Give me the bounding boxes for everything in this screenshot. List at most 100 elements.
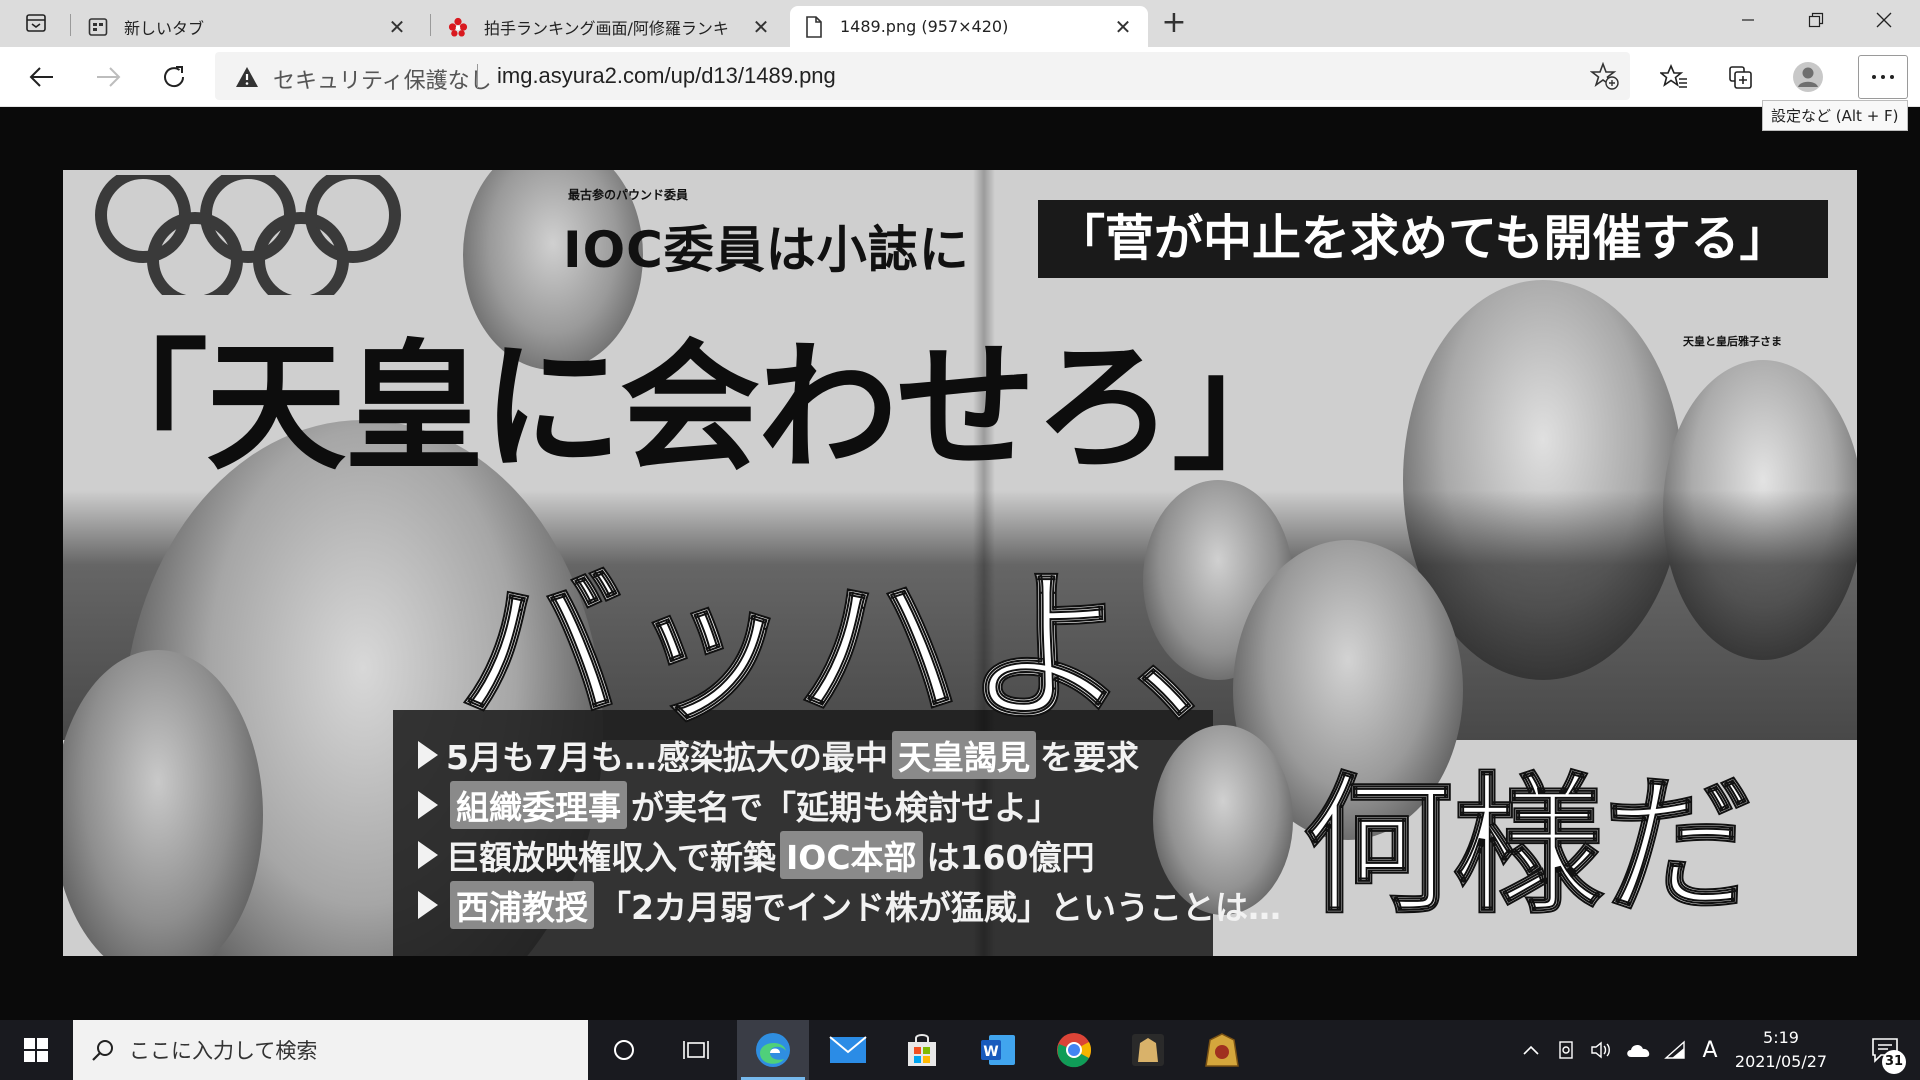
refresh-icon: [164, 66, 185, 88]
forward-button[interactable]: [88, 57, 128, 97]
notification-count-badge: 31: [1882, 1050, 1906, 1074]
minimize-button[interactable]: [1716, 0, 1780, 40]
onedrive-cloud-icon: [1627, 1044, 1650, 1057]
restore-button[interactable]: [1784, 0, 1848, 40]
bullet-text: 「2カ月弱でインド株が猛威」ということは…: [598, 888, 1281, 927]
tab-close-icon[interactable]: ✕: [750, 15, 772, 39]
close-icon: [1876, 12, 1892, 28]
new-tab-button[interactable]: +: [1156, 8, 1192, 39]
tray-meet-now[interactable]: [1552, 1020, 1582, 1080]
bullet-highlight: 組織委理事: [450, 781, 627, 829]
collections-button[interactable]: [1720, 57, 1760, 97]
headline-suga-quote: 「菅が中止を求めても開催する」: [1038, 200, 1828, 278]
favorites-icon: [1660, 64, 1687, 88]
settings-more-button[interactable]: [1858, 55, 1908, 99]
start-button[interactable]: [0, 1020, 72, 1080]
tab-image[interactable]: 1489.png (957×420) ✕: [790, 6, 1148, 47]
bullet-text: は160億円: [926, 838, 1095, 877]
tray-onedrive[interactable]: [1622, 1020, 1656, 1080]
bullet-list: 5月も7月も…感染拡大の最中 天皇謁見 を要求 組織委理事 が実名で「延期も検討…: [418, 730, 1281, 930]
url-text[interactable]: img.asyura2.com/up/d13/1489.png: [497, 63, 836, 89]
favorites-button[interactable]: [1654, 57, 1694, 97]
bullet-text: 巨額放映権収入で新築: [446, 838, 776, 877]
headline-ioc: IOC委員は小誌に: [563, 221, 970, 279]
bullet-item: 西浦教授 「2カ月弱でインド株が猛威」ということは…: [418, 880, 1281, 930]
address-divider: [477, 64, 478, 88]
forward-arrow-icon: [97, 67, 121, 87]
clock-time: 5:19: [1763, 1028, 1799, 1047]
taskbar-chrome[interactable]: [1038, 1020, 1110, 1080]
bullet-text: を要求: [1039, 738, 1139, 777]
wifi-icon: [1664, 1040, 1685, 1059]
task-view-button[interactable]: [660, 1020, 732, 1080]
shogi-piece-icon: [1205, 1033, 1239, 1067]
back-button[interactable]: [22, 57, 62, 97]
refresh-button[interactable]: [154, 57, 194, 97]
tab-asyura-ranking[interactable]: 拍手ランキング画面/阿修羅ランキ ✕: [434, 6, 786, 47]
warning-icon[interactable]: [235, 66, 259, 92]
back-arrow-icon: [29, 67, 53, 87]
shogi-app-icon: [1132, 1034, 1164, 1066]
tab-title: 1489.png (957×420): [840, 17, 1009, 36]
taskbar-word[interactable]: W: [962, 1020, 1034, 1080]
search-icon: [92, 1040, 113, 1061]
action-center-button[interactable]: 31: [1850, 1020, 1920, 1080]
document-icon: [804, 15, 824, 38]
taskbar-mail[interactable]: [812, 1020, 884, 1080]
tab-actions-button[interactable]: [10, 8, 62, 38]
tab-title: 新しいタブ: [124, 18, 205, 38]
mail-icon: [829, 1036, 867, 1063]
taskbar-clock[interactable]: 5:19 2021/05/27: [1726, 1026, 1836, 1074]
browser-toolbar: セキュリティ保護なし img.asyura2.com/up/d13/1489.p…: [0, 47, 1920, 107]
taskbar-store[interactable]: [886, 1020, 958, 1080]
address-bar[interactable]: セキュリティ保護なし img.asyura2.com/up/d13/1489.p…: [215, 52, 1630, 100]
bullet-triangle-icon: [418, 891, 438, 919]
show-hidden-icons-button[interactable]: [1518, 1020, 1544, 1080]
tab-actions-icon: [26, 14, 46, 32]
profile-button[interactable]: [1788, 57, 1828, 97]
bullet-item: 巨額放映権収入で新築 IOC本部 は160億円: [418, 830, 1281, 880]
edge-icon: [756, 1033, 790, 1067]
tray-network[interactable]: [1660, 1020, 1690, 1080]
taskbar: ここに入力して検索 W A 5:19 2021/05/27 31: [0, 1020, 1920, 1080]
cortana-button[interactable]: [588, 1020, 660, 1080]
tab-separator: [70, 14, 71, 36]
search-placeholder: ここに入力して検索: [129, 1039, 318, 1063]
tab-strip: 新しいタブ ✕ 拍手ランキング画面/阿修羅ランキ ✕ 1489.png (957…: [0, 0, 1920, 47]
tab-title: 拍手ランキング画面/阿修羅ランキ: [484, 18, 729, 38]
taskbar-app-piece[interactable]: [1186, 1020, 1258, 1080]
bullet-triangle-icon: [418, 791, 438, 819]
caption-pound: 最古参のパウンド委員: [568, 188, 689, 202]
minimize-icon: [1742, 19, 1754, 21]
bullet-text: が実名で「延期も検討せよ」: [631, 788, 1060, 827]
bullet-highlight: 天皇謁見: [891, 731, 1036, 779]
add-favorite-icon[interactable]: [1589, 61, 1620, 94]
tab-close-icon[interactable]: ✕: [1112, 15, 1134, 39]
settings-tooltip: 設定など (Alt + F): [1762, 100, 1908, 131]
tab-separator: [430, 14, 431, 36]
taskbar-edge[interactable]: [737, 1020, 809, 1080]
task-view-icon: [683, 1041, 709, 1059]
close-window-button[interactable]: [1852, 0, 1916, 40]
clock-date: 2021/05/27: [1734, 1052, 1828, 1071]
avatar-icon: [1793, 62, 1823, 92]
tab-new-tab[interactable]: 新しいタブ ✕: [74, 6, 422, 47]
bullet-highlight: 西浦教授: [450, 881, 594, 929]
tray-ime[interactable]: A: [1696, 1020, 1724, 1080]
restore-icon: [1808, 12, 1824, 28]
bullet-item: 組織委理事 が実名で「延期も検討せよ」: [418, 780, 1281, 830]
bullet-text: 5月も7月も…感染拡大の最中: [446, 738, 888, 777]
store-icon: [908, 1034, 936, 1066]
taskbar-app-shogi[interactable]: [1112, 1020, 1184, 1080]
asyura-favicon-icon: [448, 17, 468, 37]
tab-close-icon[interactable]: ✕: [386, 15, 408, 39]
tray-volume[interactable]: [1586, 1020, 1616, 1080]
olympic-rings-image: [95, 175, 401, 295]
security-label[interactable]: セキュリティ保護なし: [273, 63, 492, 95]
volume-icon: [1591, 1041, 1610, 1059]
taskbar-search-box[interactable]: ここに入力して検索: [73, 1020, 588, 1080]
meet-now-icon: [1559, 1041, 1573, 1059]
caption-emperor: 天皇と皇后雅子さま: [1683, 335, 1782, 348]
bullet-triangle-icon: [418, 841, 438, 869]
word-icon: W: [981, 1035, 1015, 1065]
